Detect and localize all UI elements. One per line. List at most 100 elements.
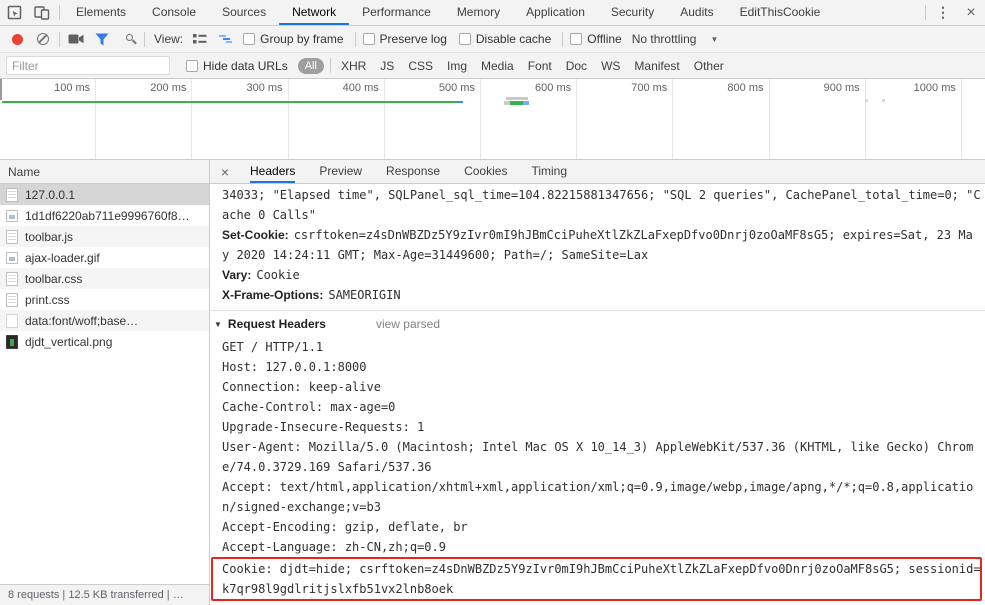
header-value: ache 0 Calls" <box>222 208 316 222</box>
table-row[interactable]: 1d1df6220ab711e9996760f8… <box>0 205 209 226</box>
list-view-icon <box>193 34 207 44</box>
tab-editthiscookie[interactable]: EditThisCookie <box>727 0 834 25</box>
inspect-element-button[interactable] <box>0 0 28 25</box>
filter-type-doc[interactable]: Doc <box>566 59 587 73</box>
details-tab-response[interactable]: Response <box>386 160 440 183</box>
checkbox-icon <box>570 33 583 45</box>
close-icon: × <box>966 3 976 21</box>
devtools-window: Elements Console Sources Network Performance… <box>0 0 985 605</box>
details-tab-preview[interactable]: Preview <box>319 160 362 183</box>
search-button[interactable] <box>115 26 141 52</box>
request-list-filler <box>0 352 209 584</box>
request-name: 1d1df6220ab711e9996760f8… <box>25 208 190 223</box>
throttling-select[interactable]: No throttling ▼ <box>632 32 719 46</box>
filter-type-img[interactable]: Img <box>447 59 467 73</box>
tab-elements[interactable]: Elements <box>63 0 139 25</box>
clear-icon <box>37 33 49 45</box>
request-details-panel: × Headers Preview Response Cookies Timing 34… <box>210 160 985 605</box>
view-list-button[interactable] <box>187 26 213 52</box>
filter-input[interactable] <box>6 56 170 75</box>
details-tab-timing[interactable]: Timing <box>531 160 567 183</box>
doc-line <box>8 277 16 279</box>
header-line: ache 0 Calls" <box>222 205 985 225</box>
tab-sources[interactable]: Sources <box>209 0 279 25</box>
divider <box>925 5 926 20</box>
request-name: djdt_vertical.png <box>25 334 113 349</box>
filter-funnel-icon <box>95 33 109 45</box>
table-row[interactable]: toolbar.js <box>0 226 209 247</box>
close-devtools-button[interactable]: × <box>957 0 985 25</box>
waterfall-icon <box>219 35 233 43</box>
request-name: 127.0.0.1 <box>25 187 76 202</box>
blank-icon <box>6 313 18 328</box>
image-icon <box>6 210 18 222</box>
header-line: 34033; "Elapsed time", SQLPanel_sql_time… <box>222 185 985 205</box>
cookie-header-line: k7qr98l9gdlritjslxfb51vx2lnb8oek <box>222 582 454 596</box>
collapse-triangle-icon[interactable]: ▼ <box>214 320 222 329</box>
offline-checkbox[interactable]: Offline <box>570 32 622 46</box>
filter-type-css[interactable]: CSS <box>408 59 433 73</box>
header-line: y 2020 14:24:11 GMT; Max-Age=31449600; P… <box>222 245 985 265</box>
divider <box>329 58 331 73</box>
view-waterfall-button[interactable] <box>213 26 239 52</box>
table-row[interactable]: data:font/woff;base… <box>0 310 209 331</box>
filter-type-font[interactable]: Font <box>528 59 552 73</box>
network-overview[interactable]: 100 ms 200 ms 300 ms 400 ms 500 ms 600 ms 700 … <box>0 79 985 160</box>
table-row[interactable]: print.css <box>0 289 209 310</box>
ruler-label: 200 ms <box>96 79 193 159</box>
filter-type-ws[interactable]: WS <box>601 59 620 73</box>
preserve-log-checkbox[interactable]: Preserve log <box>362 32 447 46</box>
tab-audits[interactable]: Audits <box>667 0 726 25</box>
filter-type-other[interactable]: Other <box>694 59 724 73</box>
tab-console[interactable]: Console <box>139 0 209 25</box>
device-toolbar-button[interactable] <box>28 0 56 25</box>
filter-type-xhr[interactable]: XHR <box>341 59 366 73</box>
name-column-header[interactable]: Name <box>0 160 209 184</box>
header-value: 34033; "Elapsed time", SQLPanel_sql_time… <box>222 188 981 202</box>
tab-performance[interactable]: Performance <box>349 0 444 25</box>
tab-application[interactable]: Application <box>513 0 598 25</box>
camera-icon <box>68 34 84 44</box>
capture-screenshots-button[interactable] <box>63 26 89 52</box>
tab-security[interactable]: Security <box>598 0 667 25</box>
view-parsed-link[interactable]: view parsed <box>376 317 440 331</box>
header-name: Set-Cookie: <box>222 228 289 242</box>
table-row[interactable]: ajax-loader.gif <box>0 247 209 268</box>
request-header-line: Accept-Encoding: gzip, deflate, br <box>222 520 468 534</box>
more-options-button[interactable]: ⋮ <box>929 0 957 25</box>
request-headers-section-header: ▼ Request Headers view parsed <box>214 311 985 337</box>
filter-type-list: XHR JS CSS Img Media Font Doc WS Manifest Other <box>334 59 731 73</box>
details-tab-headers[interactable]: Headers <box>250 160 296 183</box>
filter-type-js[interactable]: JS <box>380 59 394 73</box>
record-button[interactable] <box>4 26 30 52</box>
table-row[interactable]: djdt_vertical.png <box>0 331 209 352</box>
filter-type-all[interactable]: All <box>297 57 324 74</box>
doc-line <box>8 232 16 234</box>
close-details-button[interactable]: × <box>212 160 238 183</box>
request-name: data:font/woff;base… <box>25 313 139 328</box>
ruler-label: 400 ms <box>289 79 385 159</box>
filter-toggle-button[interactable] <box>89 26 115 52</box>
headers-panel[interactable]: 34033; "Elapsed time", SQLPanel_sql_time… <box>210 184 985 605</box>
divider <box>144 31 145 47</box>
ruler-label: 900 ms <box>770 79 866 159</box>
request-header-line: Host: 127.0.0.1:8000 <box>222 360 367 374</box>
disable-cache-checkbox[interactable]: Disable cache <box>458 32 551 46</box>
tab-memory[interactable]: Memory <box>444 0 513 25</box>
clear-button[interactable] <box>30 26 56 52</box>
document-icon <box>6 229 18 244</box>
filter-type-media[interactable]: Media <box>481 59 514 73</box>
hide-data-urls-checkbox[interactable]: Hide data URLs <box>186 59 288 73</box>
table-row[interactable]: 127.0.0.1 <box>0 184 209 205</box>
details-tab-cookies[interactable]: Cookies <box>464 160 507 183</box>
record-icon <box>11 33 23 45</box>
filter-type-manifest[interactable]: Manifest <box>634 59 679 73</box>
tab-network[interactable]: Network <box>279 0 350 25</box>
kebab-menu-icon: ⋮ <box>936 4 950 20</box>
table-row[interactable]: toolbar.css <box>0 268 209 289</box>
search-icon <box>126 34 133 41</box>
doc-line <box>8 280 16 282</box>
device-toolbar-icon <box>34 6 50 20</box>
header-value: csrftoken=z4sDnWBZDz5Y9zIvr0mI9hJBmCciPu… <box>293 228 973 242</box>
group-by-frame-checkbox[interactable]: Group by frame <box>243 32 344 46</box>
